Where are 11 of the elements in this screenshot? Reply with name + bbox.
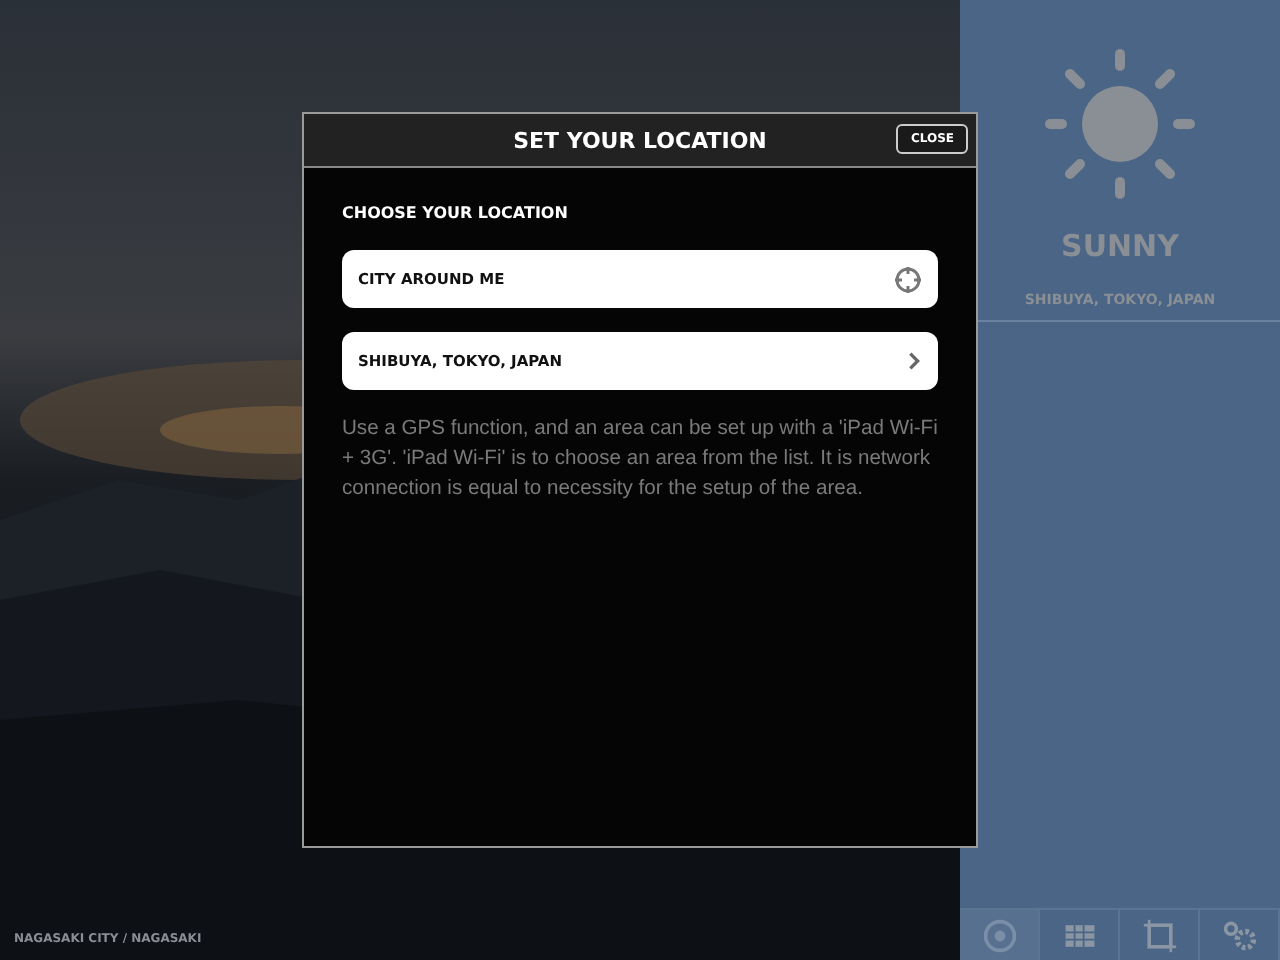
frame-icon	[1141, 917, 1177, 953]
section-heading: CHOOSE YOUR LOCATION	[342, 204, 570, 222]
chevron-right-icon	[906, 350, 922, 372]
globe-icon	[981, 917, 1017, 953]
weather-condition: SUNNY	[1061, 228, 1179, 264]
crosshair-icon	[894, 265, 922, 293]
help-text: Use a GPS function, and an area can be set up with a 'iPad Wi-Fi + 3G'. 'iPad Wi-Fi' is to choose an area from the list. It is network connection is equal to necessity for the setup of the area.	[342, 416, 938, 504]
sun-icon	[1040, 44, 1200, 204]
toolbar-tab[interactable]	[960, 910, 1040, 960]
gears-icon	[1221, 917, 1257, 953]
dialog-title: SET YOUR LOCATION	[513, 127, 767, 153]
